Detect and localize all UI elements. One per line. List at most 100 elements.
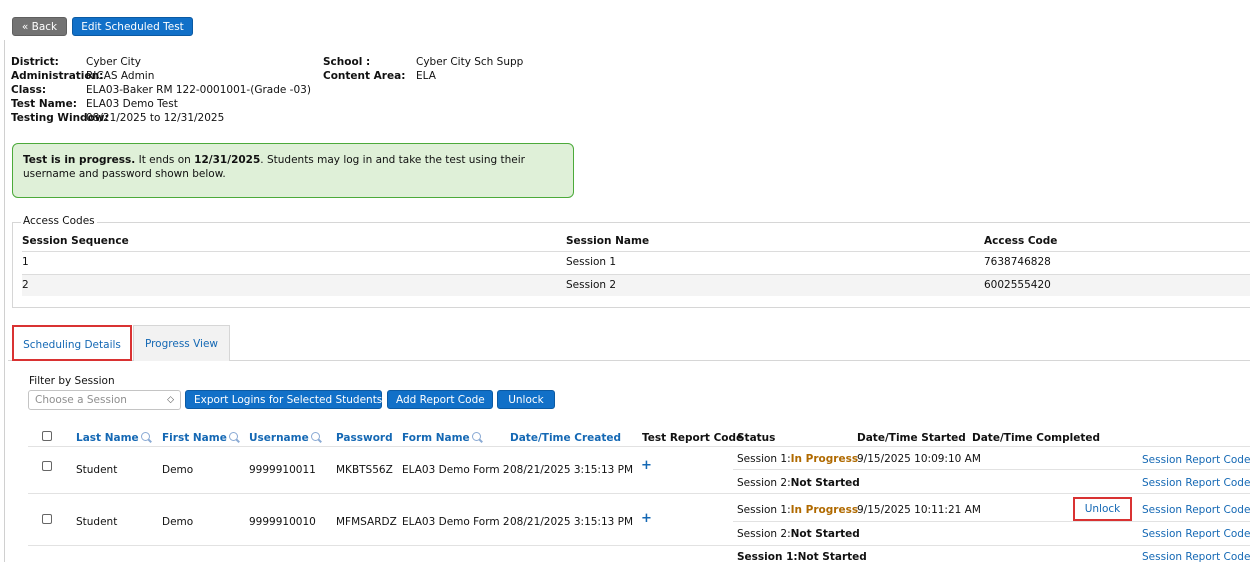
class-label: Class: [11,84,47,96]
row-divider [28,493,1250,494]
session-1-status: Session 1:Not Started [737,551,867,563]
first-name: Demo [162,516,194,528]
tab-scheduling-details[interactable]: Scheduling Details [12,325,132,361]
session-2-status: Session 2:Not Started [737,528,860,540]
header-form-name-label: Form Name [402,432,470,444]
date-started: 9/15/2025 10:09:10 AM [857,453,981,465]
session-1-prefix: Session 1: [737,453,791,465]
school-label: School : [323,56,371,68]
header-password[interactable]: Password [336,432,393,444]
access-code: 6002555420 [984,279,1051,291]
header-username[interactable]: Username [249,432,322,444]
password: MFMSARDZ [336,516,397,528]
header-date-completed: Date/Time Completed [972,432,1101,444]
school-value: Cyber City Sch Supp [416,56,524,68]
session-report-codes-link[interactable]: Session Report Codes [1142,528,1250,540]
access-header-sequence: Session Sequence [22,235,129,247]
header-form-name[interactable]: Form Name [402,432,483,444]
access-session-name: Session 1 [566,256,617,268]
left-border [4,40,5,562]
header-username-label: Username [249,432,309,444]
access-session-name: Session 2 [566,279,617,291]
header-date-started: Date/Time Started [857,432,966,444]
header-date-created[interactable]: Date/Time Created [510,432,621,444]
first-name: Demo [162,464,194,476]
access-codes-title: Access Codes [21,215,97,227]
username: 9999910011 [249,464,316,476]
content-area-label: Content Area: [323,70,406,82]
session-report-codes-link[interactable]: Session Report Codes [1142,551,1250,563]
session-1-status-value: In Progress [790,453,859,465]
search-icon[interactable] [471,432,483,443]
access-row: 2 Session 2 6002555420 [22,274,1250,296]
session-report-codes-link[interactable]: Session Report Codes [1142,477,1250,489]
form-name: ELA03 Demo Form 2 [402,464,510,476]
access-header-session-name: Session Name [566,235,650,247]
district-label: District: [11,56,59,68]
export-logins-button[interactable]: Export Logins for Selected Students [185,390,382,409]
row-checkbox[interactable] [42,461,52,471]
session-2-status: Session 2:Not Started [737,477,860,489]
search-icon[interactable] [228,432,240,443]
header-status: Status [737,432,776,444]
session-2-prefix: Session 2: [737,528,791,540]
add-report-code-icon[interactable]: + [641,511,652,526]
district-value: Cyber City [86,56,141,68]
date-started: 9/15/2025 10:11:21 AM [857,504,981,516]
header-last-name[interactable]: Last Name [76,432,152,444]
date-created: 08/21/2025 3:15:13 PM [510,516,634,528]
session-divider [733,521,1250,522]
password: MKBTS56Z [336,464,393,476]
row-divider [28,545,1250,546]
add-report-code-button[interactable]: Add Report Code [387,390,493,409]
session-2-status-value: Not Started [790,477,860,489]
administration-value: RICAS Admin [86,70,155,82]
username: 9999910010 [249,516,316,528]
session-select[interactable]: Choose a Session ◇ [28,390,181,410]
edit-scheduled-test-button[interactable]: Edit Scheduled Test [72,17,193,36]
header-first-name-label: First Name [162,432,227,444]
filter-label: Filter by Session [29,375,115,387]
search-icon[interactable] [310,432,322,443]
row-unlock-button[interactable]: Unlock [1073,497,1132,521]
testing-window-value: 08/21/2025 to 12/31/2025 [86,112,225,124]
session-report-codes-link[interactable]: Session Report Codes [1142,504,1250,516]
date-created: 08/21/2025 3:15:13 PM [510,464,634,476]
grid-header-divider [28,446,1250,447]
test-name-label: Test Name: [11,98,77,110]
session-1-status: Session 1:In Progress [737,453,858,465]
select-all-checkbox[interactable] [42,431,52,441]
access-sequence: 2 [22,279,29,291]
access-row: 1 Session 1 7638746828 [22,251,1250,273]
session-select-placeholder: Choose a Session [35,394,127,406]
top-strip [0,0,1250,8]
session-1-status-value: In Progress [790,504,859,516]
last-name: Student [76,516,118,528]
unlock-button[interactable]: Unlock [497,390,555,409]
header-test-report-code: Test Report Code [642,432,744,444]
header-last-name-label: Last Name [76,432,139,444]
search-icon[interactable] [140,432,152,443]
add-report-code-icon[interactable]: + [641,458,652,473]
access-codes-border [13,222,1250,223]
test-status-banner: Test is in progress. It ends on 12/31/20… [12,143,574,198]
row-checkbox[interactable] [42,514,52,524]
session-2-status-value: Not Started [790,528,860,540]
session-2-prefix: Session 2: [737,477,791,489]
banner-mid: It ends on [135,154,195,166]
session-report-codes-link[interactable]: Session Report Codes [1142,454,1250,466]
header-first-name[interactable]: First Name [162,432,240,444]
access-code: 7638746828 [984,256,1051,268]
banner-lead: Test is in progress. [23,154,136,166]
tab-progress-view[interactable]: Progress View [133,325,230,361]
session-1-status: Session 1:In Progress [737,504,858,516]
class-value: ELA03-Baker RM 122-0001001-(Grade -03) [86,84,311,96]
back-button[interactable]: « Back [12,17,67,36]
session-divider [733,469,1250,470]
access-sequence: 1 [22,256,29,268]
select-arrows-icon: ◇ [167,395,174,405]
access-header-access-code: Access Code [984,235,1058,247]
last-name: Student [76,464,118,476]
form-name: ELA03 Demo Form 2 [402,516,510,528]
content-area-value: ELA [416,70,436,82]
